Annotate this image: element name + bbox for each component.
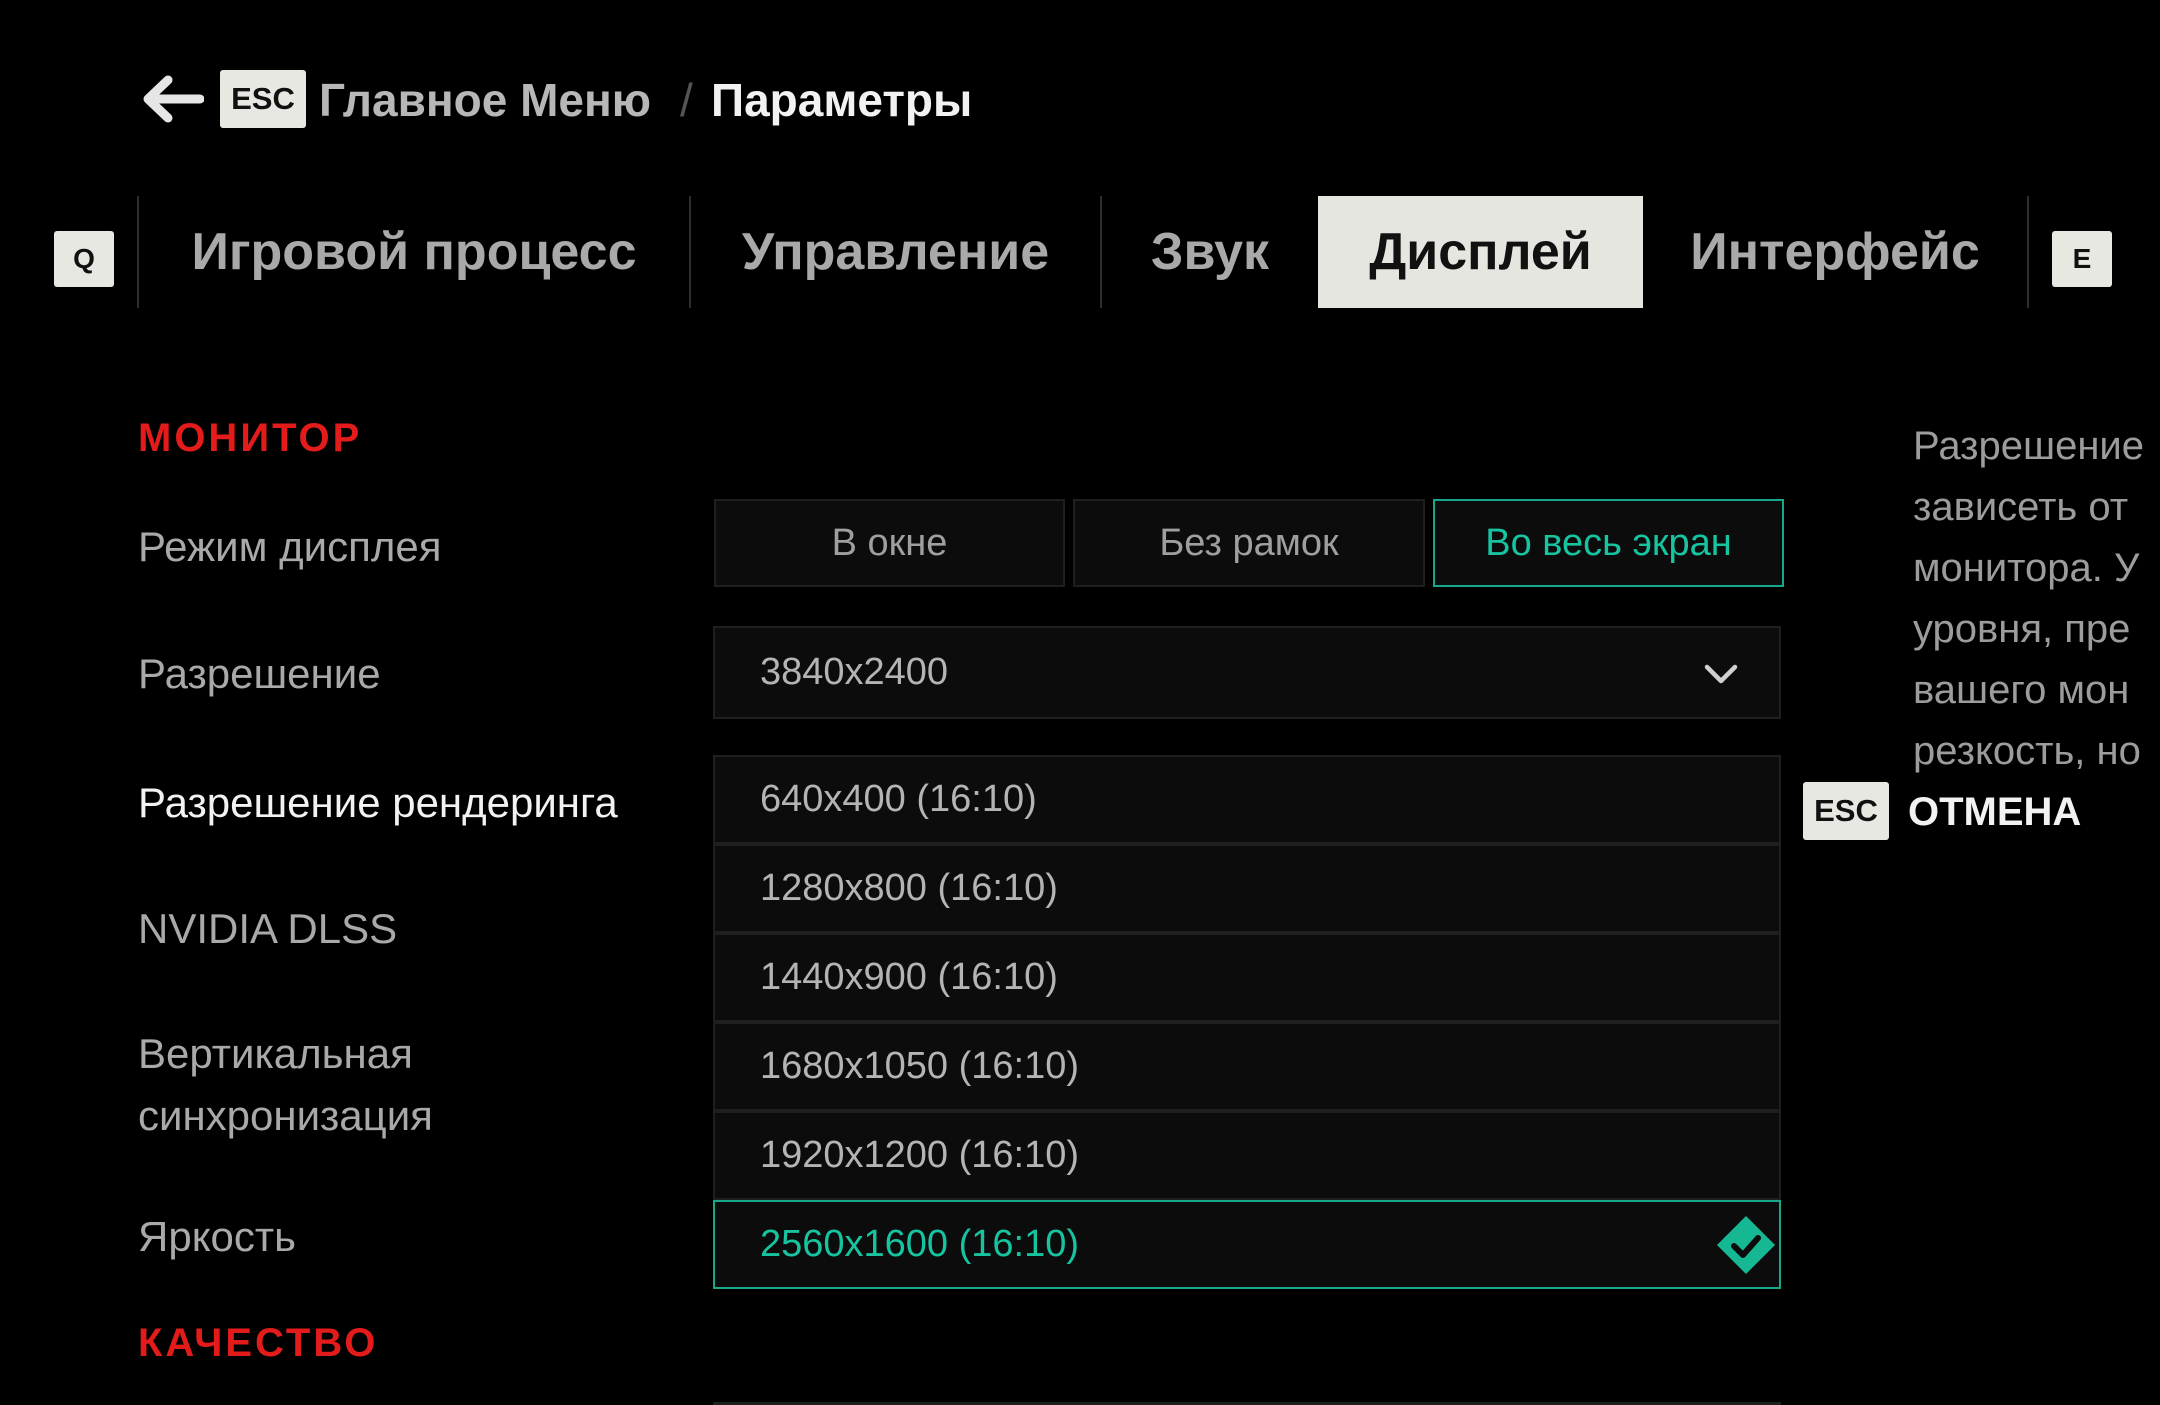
next-tab-key-hint[interactable]: E (2052, 231, 2112, 287)
tab-divider (2027, 196, 2029, 308)
section-title-quality: КАЧЕСТВО (138, 1321, 379, 1365)
resolution-label: Разрешение (138, 650, 381, 697)
render-resolution-option[interactable]: 1920x1200 (16:10) (713, 1111, 1781, 1200)
option-label: 1920x1200 (16:10) (760, 1134, 1080, 1176)
description-line: монитора. У (1913, 546, 2140, 590)
tab-sound[interactable]: Звук (1102, 196, 1318, 308)
cancel-button[interactable]: ОТМЕНА (1908, 786, 2081, 838)
description-line: уровня, пре (1913, 607, 2131, 651)
section-title-monitor: МОНИТОР (138, 416, 363, 460)
checkmark-icon (1717, 1216, 1775, 1274)
display-mode-borderless[interactable]: Без рамок (1073, 499, 1425, 587)
resolution-value: 3840x2400 (760, 651, 949, 693)
breadcrumb-main-menu[interactable]: Главное Меню (319, 72, 651, 128)
render-resolution-option[interactable]: 1280x800 (16:10) (713, 844, 1781, 933)
brightness-label: Яркость (138, 1213, 297, 1260)
display-mode-label: Режим дисплея (138, 523, 442, 570)
description-line: резкость, но (1913, 729, 2141, 773)
description-line: Разрешение (1913, 424, 2144, 468)
display-mode-windowed[interactable]: В окне (714, 499, 1065, 587)
cancel-esc-key-hint[interactable]: ESC (1803, 782, 1889, 840)
setting-description: Разрешение зависеть от монитора. У уровн… (1913, 416, 2160, 786)
tab-controls[interactable]: Управление (691, 196, 1100, 308)
esc-key-hint[interactable]: ESC (220, 70, 306, 128)
page-title: Параметры (711, 74, 973, 126)
description-line: зависеть от (1913, 485, 2129, 529)
render-resolution-option-selected[interactable]: 2560x1600 (16:10) (713, 1200, 1781, 1289)
resolution-select[interactable]: 3840x2400 (713, 626, 1781, 719)
option-label: 640x400 (16:10) (760, 778, 1037, 820)
display-mode-fullscreen[interactable]: Во весь экран (1433, 499, 1784, 587)
tab-interface[interactable]: Интерфейс (1643, 196, 2027, 308)
description-line: вашего мон (1913, 668, 2130, 712)
option-label: 1680x1050 (16:10) (760, 1045, 1080, 1087)
option-label: 2560x1600 (16:10) (760, 1223, 1080, 1265)
render-resolution-option[interactable]: 1440x900 (16:10) (713, 933, 1781, 1022)
breadcrumb-separator: / (680, 74, 693, 126)
option-label: 1440x900 (16:10) (760, 956, 1058, 998)
render-resolution-option[interactable]: 1680x1050 (16:10) (713, 1022, 1781, 1111)
chevron-down-icon (1704, 664, 1738, 684)
dlss-label: NVIDIA DLSS (138, 905, 398, 952)
option-label: 1280x800 (16:10) (760, 867, 1058, 909)
prev-tab-key-hint[interactable]: Q (54, 231, 114, 287)
vsync-label: Вертикальная синхронизация (138, 1030, 433, 1139)
tab-display[interactable]: Дисплей (1318, 196, 1643, 308)
render-resolution-option[interactable]: 640x400 (16:10) (713, 755, 1781, 844)
render-resolution-label: Разрешение рендеринга (138, 779, 618, 826)
tab-gameplay[interactable]: Игровой процесс (139, 196, 689, 308)
back-arrow-icon[interactable] (140, 74, 204, 124)
